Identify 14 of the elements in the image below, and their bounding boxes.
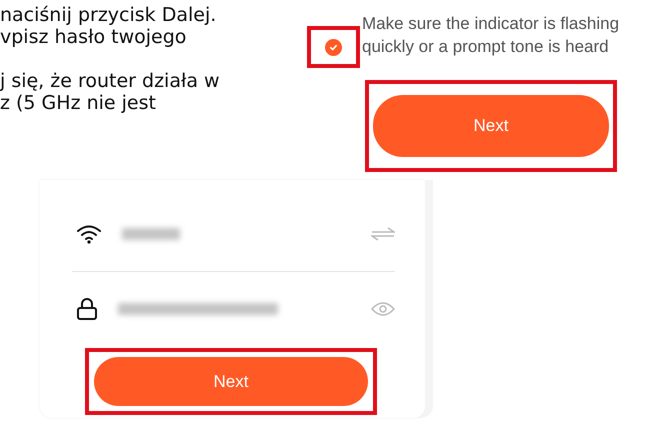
article-text: z (5 GHz nie jest bbox=[0, 92, 157, 114]
checkbox-label: Make sure the indicator is flashing quickly or a prompt tone is heard bbox=[362, 13, 620, 58]
article-text: naciśnij przycisk Dalej. bbox=[0, 4, 218, 26]
checkmark-icon bbox=[329, 42, 338, 52]
blurred-network-name bbox=[122, 228, 180, 240]
wifi-icon bbox=[76, 224, 102, 244]
lock-icon bbox=[76, 297, 98, 321]
checkbox[interactable] bbox=[325, 38, 342, 56]
swap-icon[interactable] bbox=[371, 227, 395, 241]
article-text: vpisz hasło twojego bbox=[0, 26, 188, 48]
next-button[interactable]: Next bbox=[94, 357, 368, 406]
article-text: j się, że router działa w bbox=[0, 70, 221, 92]
eye-icon[interactable] bbox=[371, 301, 395, 317]
next-button[interactable]: Next bbox=[373, 95, 609, 157]
